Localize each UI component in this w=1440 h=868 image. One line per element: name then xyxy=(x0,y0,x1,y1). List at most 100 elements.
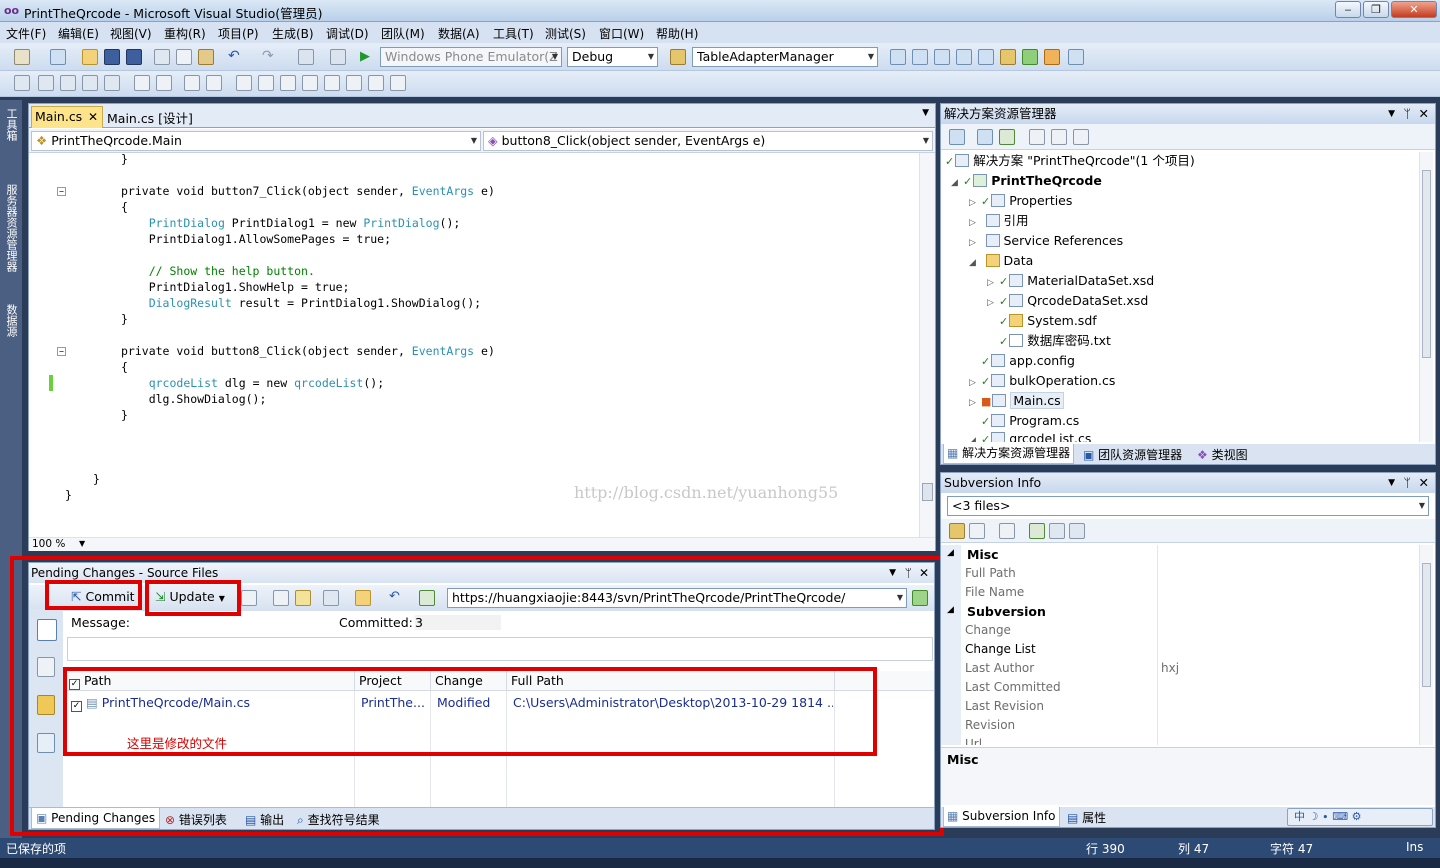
navigate-backward-icon[interactable] xyxy=(298,49,314,65)
pin-icon[interactable]: ᛘ xyxy=(1403,104,1411,124)
prop-file-name[interactable]: File Name xyxy=(965,583,1024,602)
new-project-icon[interactable] xyxy=(14,49,30,65)
next-bookmark-folder-icon[interactable] xyxy=(324,75,340,91)
minimize-button[interactable]: ‒ xyxy=(1335,1,1361,18)
prop-change[interactable]: Change xyxy=(965,621,1011,640)
tree-app-config[interactable]: ✓ app.config xyxy=(969,352,1075,370)
config-select[interactable]: Debug ▼ xyxy=(567,47,658,67)
toolbox-tab[interactable]: 工具箱 xyxy=(3,108,19,141)
next-bookmark-doc-icon[interactable] xyxy=(390,75,406,91)
prop-last-author[interactable]: Last Author xyxy=(965,659,1034,678)
panel-close-icon[interactable]: ✕ xyxy=(1419,104,1429,124)
property-pages-icon[interactable] xyxy=(999,523,1015,539)
object-selector[interactable]: <3 files> ▼ xyxy=(947,496,1429,516)
tree-program-cs[interactable]: ✓ Program.cs xyxy=(969,412,1079,430)
view-code-icon[interactable] xyxy=(1029,129,1045,145)
svn-blame-icon[interactable] xyxy=(1069,523,1085,539)
prop-last-committed[interactable]: Last Committed xyxy=(965,678,1061,697)
save-all-icon[interactable] xyxy=(126,49,142,65)
tab-team-explorer[interactable]: ▣ 团队资源管理器 xyxy=(1083,446,1182,463)
team-explorer-icon[interactable] xyxy=(978,49,994,65)
class-diagram-icon[interactable] xyxy=(1073,129,1089,145)
tab-dropdown-icon[interactable]: ▼ xyxy=(922,108,929,118)
object-browser-icon[interactable] xyxy=(934,49,950,65)
maximize-button[interactable]: ❐ xyxy=(1363,1,1389,18)
svn-refresh-icon[interactable] xyxy=(1029,523,1045,539)
tree-properties[interactable]: ▷ ✓ Properties xyxy=(969,192,1072,210)
menu-view[interactable]: 视图(V) xyxy=(110,25,152,42)
prop-change-list[interactable]: Change List xyxy=(965,640,1036,659)
svn-log-icon[interactable] xyxy=(1049,523,1065,539)
add-item-icon[interactable] xyxy=(50,49,66,65)
menu-refactor[interactable]: 重构(R) xyxy=(164,25,206,42)
scroll-thumb[interactable] xyxy=(1422,170,1431,358)
tools-icon[interactable] xyxy=(1000,49,1016,65)
tree-main-cs[interactable]: ▷ ■ Main.cs xyxy=(969,392,1064,410)
collapse-misc-icon[interactable]: ◢ xyxy=(947,548,954,558)
tree-material-dataset[interactable]: ▷ ✓ MaterialDataSet.xsd xyxy=(987,272,1154,290)
menu-debug[interactable]: 调试(D) xyxy=(326,25,369,42)
find-in-files-icon[interactable] xyxy=(670,49,686,65)
server-explorer-tab[interactable]: 服务器资源管理器 xyxy=(3,184,19,272)
menu-help[interactable]: 帮助(H) xyxy=(656,25,698,42)
undo-icon[interactable]: ↶ xyxy=(228,49,244,65)
tree-project[interactable]: ◢ ✓ PrintTheQrcode xyxy=(951,172,1102,190)
property-scrollbar[interactable] xyxy=(1419,545,1433,745)
tree-bulkoperation-cs[interactable]: ▷ ✓ bulkOperation.cs xyxy=(969,372,1115,390)
start-debug-icon[interactable]: ▶ xyxy=(360,49,376,65)
menu-project[interactable]: 项目(P) xyxy=(218,25,259,42)
editor-vertical-scrollbar[interactable] xyxy=(919,153,935,537)
tree-db-password-txt[interactable]: ✓ 数据库密码.txt xyxy=(987,332,1111,350)
find-combo[interactable]: TableAdapterManager ▼ xyxy=(692,47,878,67)
view-designer-icon[interactable] xyxy=(1051,129,1067,145)
show-all-files-icon[interactable] xyxy=(977,129,993,145)
tab-subversion-info[interactable]: ▦ Subversion Info xyxy=(943,807,1060,827)
prev-bookmark-icon[interactable] xyxy=(258,75,274,91)
panel-menu-icon[interactable]: ▼ xyxy=(1388,104,1395,124)
extension-manager-icon[interactable] xyxy=(1044,49,1060,65)
close-tab-icon[interactable]: ✕ xyxy=(88,107,98,127)
properties-icon[interactable] xyxy=(949,129,965,145)
menu-team[interactable]: 团队(M) xyxy=(381,25,425,42)
prop-last-revision[interactable]: Last Revision xyxy=(965,697,1044,716)
tree-system-sdf[interactable]: ✓ System.sdf xyxy=(987,312,1097,330)
list-members-icon[interactable] xyxy=(14,75,30,91)
start-page-icon[interactable] xyxy=(1022,49,1038,65)
ime-language[interactable]: 中 xyxy=(1294,810,1305,823)
menu-window[interactable]: 窗口(W) xyxy=(599,25,644,42)
code-area[interactable]: } − private void button7_Click(object se… xyxy=(29,153,919,537)
scroll-thumb[interactable] xyxy=(1422,563,1431,687)
menu-file[interactable]: 文件(F) xyxy=(6,25,46,42)
cut-icon[interactable] xyxy=(154,49,170,65)
collapse-icon[interactable]: − xyxy=(57,187,66,196)
tab-main-cs[interactable]: Main.cs ✕ xyxy=(31,106,103,128)
command-window-icon[interactable] xyxy=(1068,49,1084,65)
clear-bookmarks-icon[interactable] xyxy=(346,75,362,91)
zoom-level[interactable]: 100 % xyxy=(32,538,65,550)
comment-icon[interactable] xyxy=(184,75,200,91)
properties-icon[interactable] xyxy=(912,49,928,65)
tree-service-references[interactable]: ▷ Service References xyxy=(969,232,1123,250)
categorized-icon[interactable] xyxy=(949,523,965,539)
uncomment-icon[interactable] xyxy=(206,75,222,91)
close-button[interactable]: ✕ xyxy=(1391,1,1437,18)
copy-icon[interactable] xyxy=(176,49,192,65)
navigate-forward-icon[interactable] xyxy=(330,49,346,65)
scroll-thumb[interactable] xyxy=(922,483,933,501)
tab-main-cs-design[interactable]: Main.cs [设计] xyxy=(107,108,193,127)
menu-build[interactable]: 生成(B) xyxy=(272,25,314,42)
toolbox-icon[interactable] xyxy=(956,49,972,65)
tree-solution[interactable]: ✓ 解决方案 "PrintTheQrcode"(1 个项目) xyxy=(945,152,1195,170)
prop-full-path[interactable]: Full Path xyxy=(965,564,1016,583)
ime-toolbar[interactable]: 中 ☽ ∙ ⌨ ⚙ xyxy=(1287,808,1433,826)
tree-data-folder[interactable]: ◢ Data xyxy=(969,252,1033,270)
collapse-subversion-icon[interactable]: ◢ xyxy=(947,605,954,615)
prop-url[interactable]: Url xyxy=(965,735,982,745)
type-dropdown[interactable]: ❖ PrintTheQrcode.Main ▼ xyxy=(31,131,481,151)
save-icon[interactable] xyxy=(104,49,120,65)
zoom-dropdown-icon[interactable]: ▼ xyxy=(79,539,85,548)
outdent-icon[interactable] xyxy=(134,75,150,91)
parameter-info-icon[interactable] xyxy=(38,75,54,91)
member-dropdown[interactable]: ◈ button8_Click(object sender, EventArgs… xyxy=(483,131,933,151)
tab-solution-explorer[interactable]: ▦ 解决方案资源管理器 xyxy=(943,444,1075,464)
